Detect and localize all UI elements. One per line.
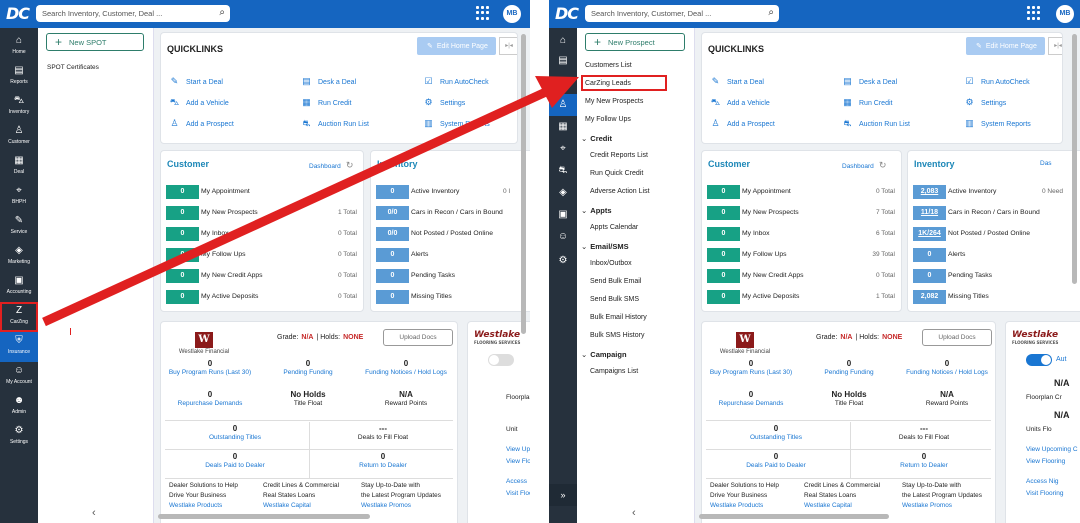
- arrow-shaft: [42, 86, 550, 327]
- red-arrow-annotation: [42, 76, 579, 327]
